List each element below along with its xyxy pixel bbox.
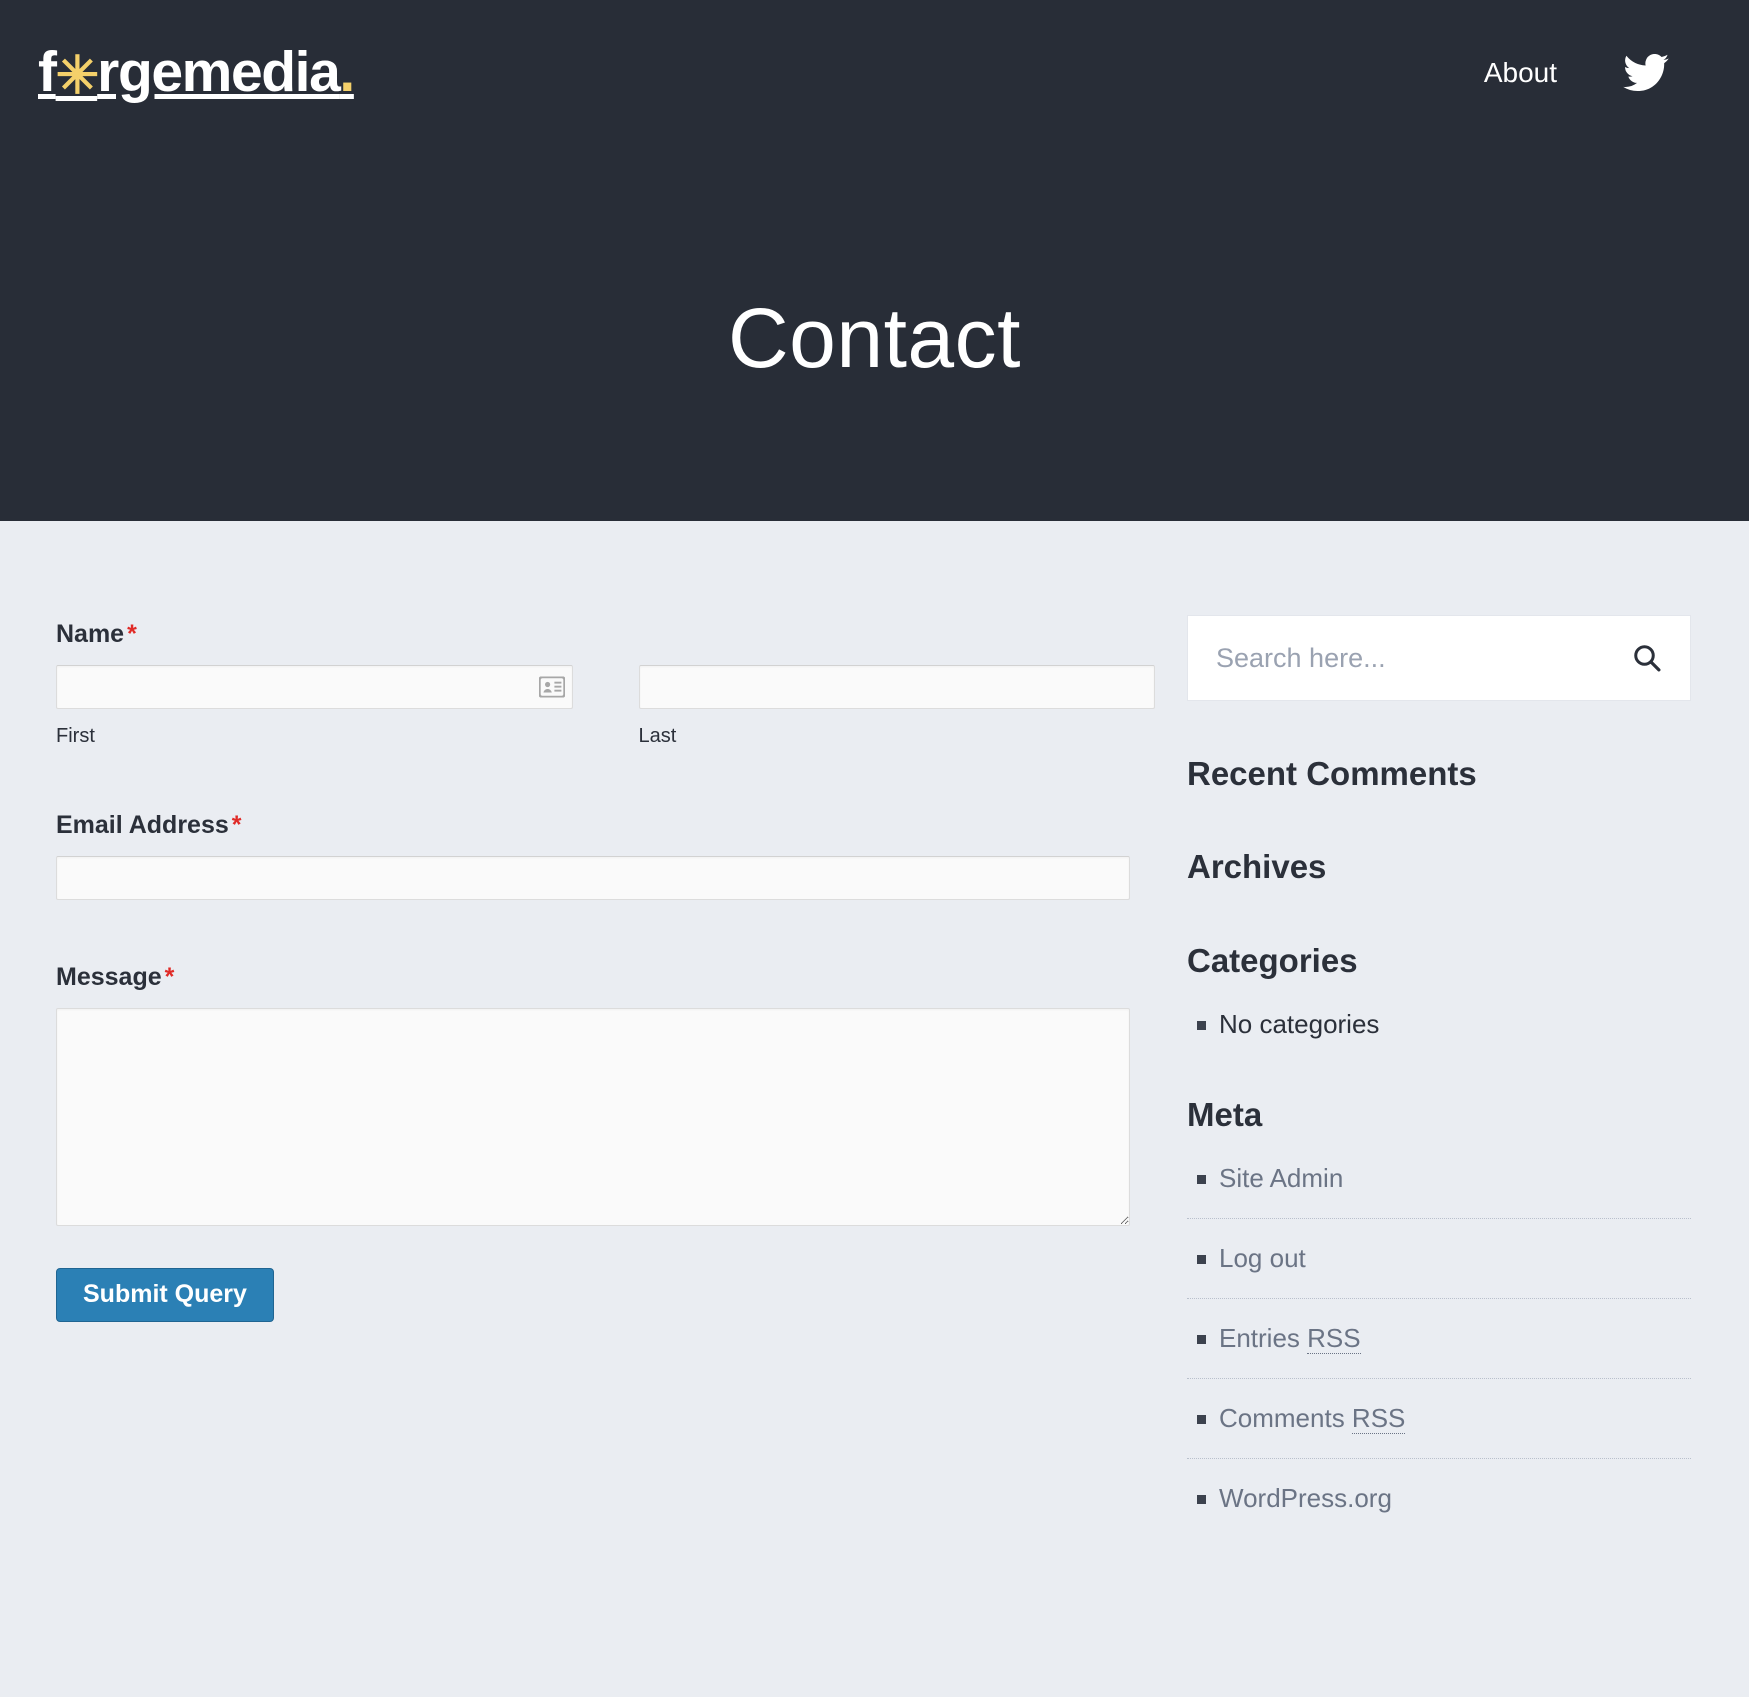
message-textarea[interactable] xyxy=(56,1008,1130,1226)
list-item: Comments RSS xyxy=(1187,1401,1691,1460)
message-label-text: Message xyxy=(56,963,162,991)
first-name-group: First xyxy=(56,665,573,748)
rss-abbr: RSS xyxy=(1351,1403,1406,1435)
list-item: Log out xyxy=(1187,1241,1691,1300)
rss-abbr: RSS xyxy=(1307,1323,1361,1355)
twitter-icon[interactable] xyxy=(1623,53,1669,92)
first-name-sublabel: First xyxy=(56,725,95,747)
nav-item-about[interactable]: About xyxy=(1484,57,1557,89)
categories-list: No categories xyxy=(1187,1007,1691,1042)
message-label: Message * xyxy=(56,962,1155,992)
first-name-input[interactable] xyxy=(56,665,573,709)
meta-list: Site Admin Log out Entries RSS Comments … xyxy=(1187,1161,1691,1516)
logo-text-suffix: rgemedia xyxy=(97,40,341,104)
search-input[interactable] xyxy=(1216,642,1632,674)
first-name-input-wrap xyxy=(56,665,573,709)
search-widget xyxy=(1187,615,1691,701)
last-name-input-wrap xyxy=(638,665,1155,709)
last-name-sublabel: Last xyxy=(638,725,677,747)
last-name-group: Last xyxy=(638,665,1155,748)
widget-title-categories: Categories xyxy=(1187,941,1358,979)
widget-archives: Archives xyxy=(1187,846,1691,887)
email-label-text: Email Address xyxy=(56,811,229,839)
list-item: No categories xyxy=(1187,1007,1691,1042)
logo-dot: . xyxy=(339,40,355,104)
header-bar: f ✳ rgemedia. About xyxy=(0,0,1749,105)
name-label: Name * xyxy=(56,619,1155,649)
meta-link-comments-rss[interactable]: Comments RSS xyxy=(1219,1403,1406,1435)
list-item: Site Admin xyxy=(1187,1161,1691,1220)
list-item: WordPress.org xyxy=(1187,1481,1691,1516)
submit-button[interactable]: Submit Query xyxy=(56,1268,274,1322)
list-item: Entries RSS xyxy=(1187,1321,1691,1380)
primary-nav: About xyxy=(1484,53,1679,92)
page-title: Contact xyxy=(728,291,1021,385)
meta-link-site-admin[interactable]: Site Admin xyxy=(1219,1163,1343,1193)
page-body: Name * First Last Email Address * Messag… xyxy=(0,521,1749,1517)
email-required-marker: * xyxy=(231,811,242,839)
meta-link-wordpress-org[interactable]: WordPress.org xyxy=(1219,1483,1392,1513)
sidebar: Recent Comments Archives Categories No c… xyxy=(1155,521,1749,1517)
name-row: First Last xyxy=(56,665,1155,748)
field-group-email: Email Address * xyxy=(56,810,1155,900)
meta-link-comments-rss-text: Comments xyxy=(1219,1403,1352,1434)
field-group-name: Name * First Last xyxy=(56,619,1155,748)
name-required-marker: * xyxy=(127,620,137,648)
email-label: Email Address * xyxy=(56,810,1155,840)
meta-link-log-out[interactable]: Log out xyxy=(1219,1243,1306,1273)
field-group-message: Message * xyxy=(56,962,1155,1226)
widget-meta: Meta Site Admin Log out Entries RSS Comm… xyxy=(1187,1094,1691,1517)
message-required-marker: * xyxy=(164,963,175,991)
widget-categories: Categories No categories xyxy=(1187,940,1691,1042)
site-header: f ✳ rgemedia. About Contact xyxy=(0,0,1749,521)
contact-form-section: Name * First Last Email Address * Messag… xyxy=(0,521,1155,1322)
last-name-input[interactable] xyxy=(638,665,1155,709)
meta-link-entries-rss[interactable]: Entries RSS xyxy=(1219,1323,1361,1355)
logo-text-prefix: f xyxy=(38,40,57,104)
widget-recent-comments: Recent Comments xyxy=(1187,753,1691,794)
category-label: No categories xyxy=(1219,1008,1380,1039)
email-input[interactable] xyxy=(56,856,1130,900)
widget-title-meta: Meta xyxy=(1187,1095,1263,1133)
meta-link-entries-rss-text: Entries xyxy=(1219,1323,1308,1354)
search-icon[interactable] xyxy=(1632,643,1662,673)
contact-form: Name * First Last Email Address * Messag… xyxy=(56,619,1155,1322)
name-label-text: Name xyxy=(56,620,125,648)
widget-title-recent-comments: Recent Comments xyxy=(1187,755,1477,792)
site-logo[interactable]: f ✳ rgemedia. xyxy=(38,40,355,105)
widget-title-archives: Archives xyxy=(1187,848,1327,886)
logo-asterisk-icon: ✳ xyxy=(55,47,100,105)
